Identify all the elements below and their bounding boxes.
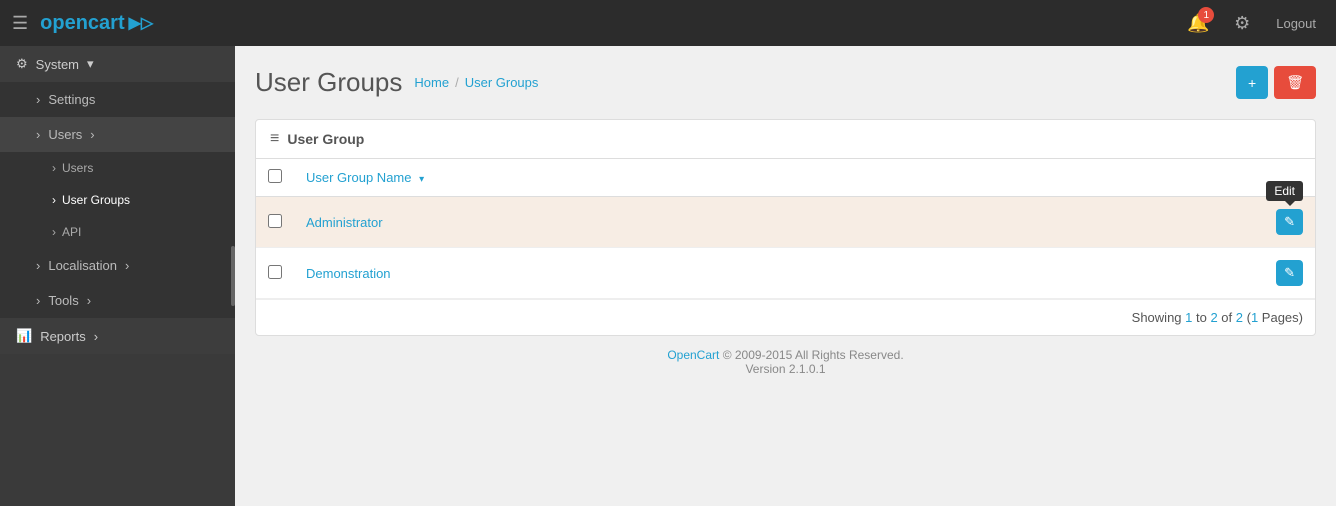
sidebar-api-label: API bbox=[62, 225, 81, 239]
row-action-cell: ✎ bbox=[1235, 248, 1315, 299]
row-checkbox-cell bbox=[256, 248, 294, 299]
table-header-row: User Group Name ▾ bbox=[256, 159, 1315, 197]
navbar-right: 🔔 1 ⚙ Logout bbox=[1180, 5, 1324, 41]
navbar: ☰ opencart ▶▷ 🔔 1 ⚙ Logout bbox=[0, 0, 1336, 46]
sidebar-item-tools[interactable]: › Tools › bbox=[0, 283, 235, 318]
reports-icon: 📊 bbox=[16, 328, 32, 344]
arrow-icon: › bbox=[52, 193, 56, 207]
sidebar-localisation-label: Localisation bbox=[48, 258, 117, 273]
table-row: Administrator Edit ✎ bbox=[256, 197, 1315, 248]
table-row: Demonstration ✎ bbox=[256, 248, 1315, 299]
sidebar-settings-label: Settings bbox=[48, 92, 95, 107]
add-button[interactable]: + bbox=[1236, 66, 1268, 99]
chevron-down-icon: ▾ bbox=[87, 56, 94, 72]
row-checkbox-cell bbox=[256, 197, 294, 248]
breadcrumb-home-link[interactable]: Home bbox=[414, 75, 449, 90]
user-groups-table: User Group Name ▾ Administrator bbox=[256, 159, 1315, 299]
chevron-icon: › bbox=[87, 293, 91, 308]
user-group-card: ≡ User Group User Group Name ▾ bbox=[255, 119, 1316, 336]
pagination-pages: 1 bbox=[1251, 310, 1258, 325]
card-header: ≡ User Group bbox=[256, 120, 1315, 159]
select-all-checkbox[interactable] bbox=[268, 169, 282, 183]
footer-copyright-text: © 2009-2015 All Rights Reserved. bbox=[723, 348, 904, 362]
row-checkbox[interactable] bbox=[268, 265, 282, 279]
sidebar-item-api[interactable]: › API bbox=[0, 216, 235, 248]
chevron-icon: › bbox=[90, 127, 94, 142]
chevron-icon: › bbox=[125, 258, 129, 273]
sidebar-item-localisation[interactable]: › Localisation › bbox=[0, 248, 235, 283]
list-icon: ≡ bbox=[270, 130, 279, 148]
column-name-label: User Group Name bbox=[306, 170, 411, 185]
sidebar-users-label: Users bbox=[48, 127, 82, 142]
sidebar-item-users-sub[interactable]: › Users bbox=[0, 152, 235, 184]
chevron-icon: › bbox=[94, 329, 98, 344]
table-head: User Group Name ▾ bbox=[256, 159, 1315, 197]
layout: ⚙ System ▾ › Settings › Users › › Users … bbox=[0, 46, 1336, 506]
logo-text: opencart bbox=[40, 12, 124, 35]
row-name-link[interactable]: Administrator bbox=[306, 215, 383, 230]
pagination-start: 1 bbox=[1185, 310, 1192, 325]
arrow-icon: › bbox=[36, 92, 40, 107]
sidebar: ⚙ System ▾ › Settings › Users › › Users … bbox=[0, 46, 235, 506]
card-title: User Group bbox=[287, 131, 364, 147]
sidebar-item-user-groups[interactable]: › User Groups bbox=[0, 184, 235, 216]
sort-arrow-icon: ▾ bbox=[419, 174, 424, 185]
arrow-icon: › bbox=[52, 161, 56, 175]
footer-version: Version 2.1.0.1 bbox=[267, 362, 1304, 376]
sidebar-item-system[interactable]: ⚙ System ▾ bbox=[0, 46, 235, 82]
row-name-cell: Demonstration bbox=[294, 248, 1235, 299]
arrow-icon: › bbox=[36, 127, 40, 142]
table-body: Administrator Edit ✎ bbox=[256, 197, 1315, 299]
arrow-icon: › bbox=[52, 225, 56, 239]
pagination-total: 2 bbox=[1236, 310, 1243, 325]
row-action-cell: Edit ✎ bbox=[1235, 197, 1315, 248]
notification-badge: 1 bbox=[1198, 7, 1214, 23]
page-header: User Groups Home / User Groups + 🗑 bbox=[255, 66, 1316, 99]
sidebar-tools-label: Tools bbox=[48, 293, 78, 308]
edit-tooltip: Edit bbox=[1266, 181, 1303, 201]
hamburger-icon[interactable]: ☰ bbox=[12, 13, 28, 34]
sidebar-users-sub-label: Users bbox=[62, 161, 93, 175]
footer: OpenCart © 2009-2015 All Rights Reserved… bbox=[255, 336, 1316, 388]
footer-brand-link[interactable]: OpenCart bbox=[667, 348, 719, 362]
sidebar-item-settings[interactable]: › Settings bbox=[0, 82, 235, 117]
pagination-info: Showing 1 to 2 of 2 (1 Pages) bbox=[256, 299, 1315, 335]
sidebar-item-reports[interactable]: 📊 Reports › bbox=[0, 318, 235, 354]
delete-button[interactable]: 🗑 bbox=[1274, 66, 1316, 99]
arrow-icon: › bbox=[36, 258, 40, 273]
breadcrumb-current-link[interactable]: User Groups bbox=[465, 75, 539, 90]
breadcrumb-separator: / bbox=[455, 75, 459, 90]
system-icon: ⚙ bbox=[16, 56, 28, 72]
pagination-end: 2 bbox=[1210, 310, 1217, 325]
arrow-icon: › bbox=[36, 293, 40, 308]
row-checkbox[interactable] bbox=[268, 214, 282, 228]
sidebar-reports-label: Reports bbox=[40, 329, 86, 344]
edit-tooltip-container: Edit ✎ bbox=[1276, 209, 1303, 235]
settings-icon-button[interactable]: ⚙ bbox=[1224, 5, 1260, 41]
edit-button-administrator[interactable]: ✎ bbox=[1276, 209, 1303, 235]
sidebar-item-users[interactable]: › Users › bbox=[0, 117, 235, 152]
logout-button[interactable]: Logout bbox=[1268, 12, 1324, 35]
sidebar-user-groups-label: User Groups bbox=[62, 193, 130, 207]
sidebar-system-label: System bbox=[36, 57, 79, 72]
notification-bell-button[interactable]: 🔔 1 bbox=[1180, 5, 1216, 41]
gear-icon: ⚙ bbox=[1234, 13, 1250, 34]
page-actions: + 🗑 bbox=[1236, 66, 1316, 99]
main-content: User Groups Home / User Groups + 🗑 ≡ Use… bbox=[235, 46, 1336, 506]
sidebar-system-subsection: › Settings › Users › › Users › User Grou… bbox=[0, 82, 235, 318]
edit-button-demonstration[interactable]: ✎ bbox=[1276, 260, 1303, 286]
page-header-left: User Groups Home / User Groups bbox=[255, 67, 538, 98]
page-title: User Groups bbox=[255, 67, 402, 98]
table-header-checkbox bbox=[256, 159, 294, 197]
app-logo: opencart ▶▷ bbox=[40, 12, 153, 35]
breadcrumb: Home / User Groups bbox=[414, 75, 538, 90]
footer-copyright: OpenCart © 2009-2015 All Rights Reserved… bbox=[267, 348, 1304, 362]
scrollbar[interactable] bbox=[231, 246, 235, 306]
row-name-cell: Administrator bbox=[294, 197, 1235, 248]
table-header-name[interactable]: User Group Name ▾ bbox=[294, 159, 1235, 197]
logo-cart-icon: ▶▷ bbox=[129, 13, 154, 33]
row-name-link[interactable]: Demonstration bbox=[306, 266, 391, 281]
